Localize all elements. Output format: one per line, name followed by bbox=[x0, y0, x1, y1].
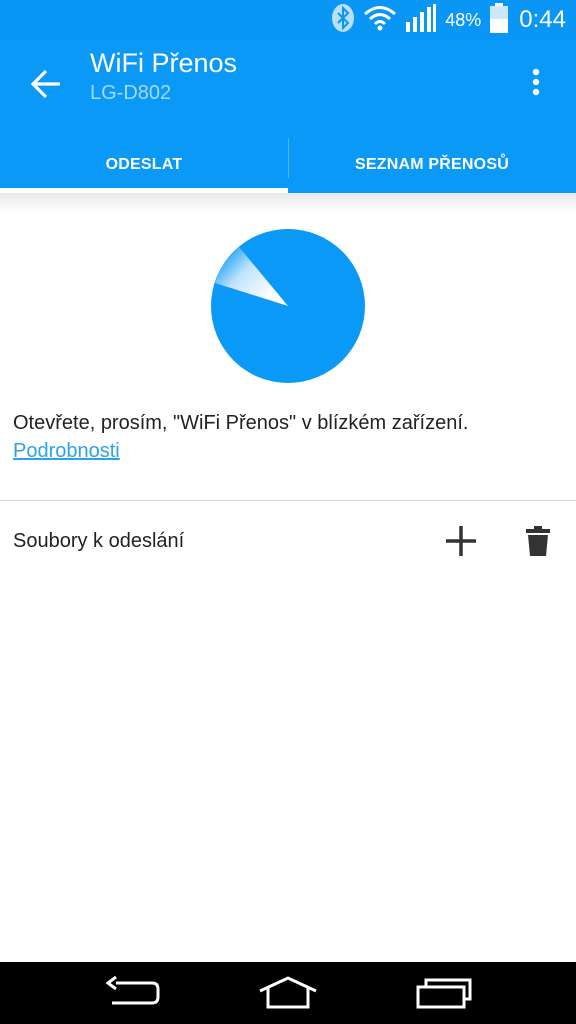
tab-shadow bbox=[0, 193, 576, 213]
device-name: LG-D802 bbox=[90, 82, 172, 104]
recents-nav-icon bbox=[416, 978, 472, 1009]
more-vert-icon bbox=[532, 68, 540, 96]
signal-icon bbox=[405, 3, 437, 37]
tab-transfer-list[interactable]: SEZNAM PŘENOSŮ bbox=[288, 136, 576, 193]
instruction-text: Otevřete, prosím, "WiFi Přenos" v blízké… bbox=[13, 412, 469, 434]
system-nav-bar bbox=[0, 962, 576, 1024]
back-nav-icon bbox=[105, 975, 160, 1005]
back-button[interactable] bbox=[20, 58, 72, 110]
add-file-button[interactable] bbox=[440, 520, 482, 562]
details-link[interactable]: Podrobnosti bbox=[13, 440, 120, 463]
arrow-back-icon bbox=[30, 69, 60, 99]
battery-percent: 48% bbox=[445, 9, 482, 30]
home-nav-icon bbox=[259, 976, 317, 1009]
app-bar: WiFi Přenos LG-D802 bbox=[0, 40, 576, 136]
battery-icon bbox=[489, 2, 509, 38]
nav-home-button[interactable] bbox=[248, 968, 328, 1018]
radar-scan-graphic bbox=[210, 228, 366, 384]
overflow-menu-button[interactable] bbox=[516, 62, 556, 102]
status-bar: 48% 0:44 bbox=[0, 0, 576, 40]
section-divider bbox=[0, 500, 576, 501]
delete-files-button[interactable] bbox=[518, 520, 558, 562]
clock: 0:44 bbox=[519, 6, 566, 33]
status-icons: 48% 0:44 bbox=[331, 0, 566, 40]
page-title: WiFi Přenos bbox=[90, 48, 238, 78]
nav-recents-button[interactable] bbox=[404, 968, 484, 1018]
wifi-icon bbox=[363, 5, 397, 36]
bluetooth-icon bbox=[331, 3, 355, 38]
trash-icon bbox=[526, 526, 550, 556]
files-to-send-label: Soubory k odeslání bbox=[13, 530, 185, 552]
tab-divider bbox=[288, 138, 289, 178]
plus-icon bbox=[446, 526, 476, 556]
tab-send[interactable]: ODESLAT bbox=[0, 136, 288, 193]
nav-back-button[interactable] bbox=[92, 968, 172, 1018]
